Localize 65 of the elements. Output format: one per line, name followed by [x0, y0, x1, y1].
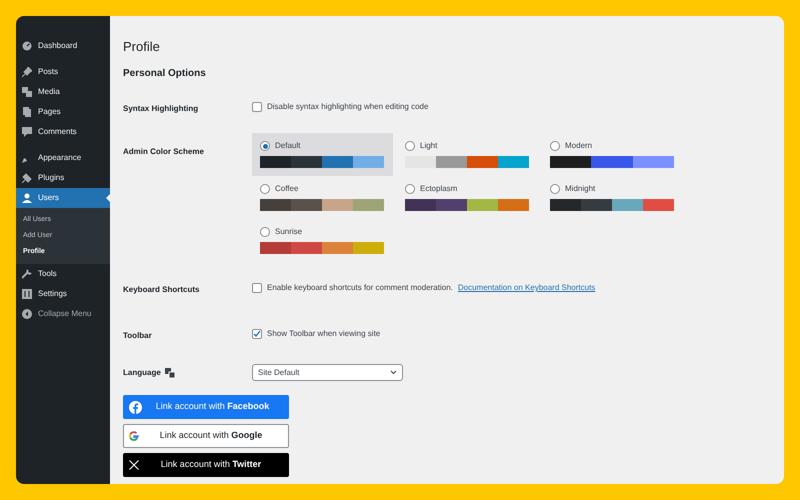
translate-icon: [164, 368, 175, 378]
field-label: Toolbar: [123, 331, 152, 340]
checkbox[interactable]: [252, 102, 262, 112]
color-scheme-option[interactable]: Modern: [542, 133, 683, 176]
option-label: Disable syntax highlighting when editing code: [267, 101, 428, 113]
section-heading: Personal Options: [123, 67, 207, 81]
wrench-icon: [22, 269, 32, 279]
plug-icon: [22, 173, 32, 183]
option-label: Show Toolbar when viewing site: [267, 328, 380, 340]
x-icon: [129, 460, 139, 470]
page-title: Profile: [123, 40, 161, 53]
radio-button[interactable]: [260, 227, 270, 237]
radio-button[interactable]: [405, 141, 415, 151]
scheme-name: Ectoplasm: [420, 183, 458, 195]
pages-icon: [22, 107, 32, 117]
menu-item[interactable]: Plugins: [16, 168, 110, 188]
color-scheme-option[interactable]: Midnight: [542, 176, 683, 219]
menu-item[interactable]: Dashboard: [16, 36, 110, 56]
menu-item[interactable]: Appearance: [16, 148, 110, 168]
pin-icon: [22, 67, 32, 77]
menu-item[interactable]: Settings: [16, 284, 110, 304]
menu-item[interactable]: Pages: [16, 102, 110, 122]
chevron-down-icon: [390, 370, 397, 375]
media-icon: [22, 87, 32, 97]
option-label: Enable keyboard shortcuts for comment moderation.: [267, 282, 453, 294]
documentation-link[interactable]: Documentation on Keyboard Shortcuts: [458, 282, 596, 294]
scheme-name: Sunrise: [275, 226, 302, 238]
color-scheme-option[interactable]: Sunrise: [252, 219, 393, 262]
link-account-button[interactable]: Link account with Twitter: [123, 453, 289, 477]
radio-button[interactable]: [550, 141, 560, 151]
color-scheme-option[interactable]: Ectoplasm: [397, 176, 538, 219]
scheme-name: Midnight: [565, 183, 596, 195]
menu-item[interactable]: Collapse Menu: [16, 304, 110, 324]
menu-item[interactable]: Comments: [16, 122, 110, 142]
scheme-name: Default: [275, 140, 300, 152]
field-label: Admin Color Scheme: [123, 147, 204, 156]
language-select[interactable]: Site Default: [252, 364, 403, 381]
field-label: Keyboard Shortcuts: [123, 285, 200, 294]
facebook-icon: [129, 400, 142, 414]
radio-button[interactable]: [405, 184, 415, 194]
gauge-icon: [22, 41, 32, 51]
checkbox[interactable]: [252, 283, 262, 293]
menu-item[interactable]: Media: [16, 82, 110, 102]
color-scheme-option[interactable]: Default: [252, 133, 393, 176]
link-account-button[interactable]: Link account with Google: [123, 424, 289, 448]
field-label: Syntax Highlighting: [123, 104, 198, 113]
current-pointer-icon: [106, 194, 110, 202]
field-label: Language: [123, 366, 161, 378]
color-scheme-option[interactable]: Coffee: [252, 176, 393, 219]
collapse-icon: [22, 309, 32, 319]
menu-item[interactable]: Posts: [16, 62, 110, 82]
radio-button[interactable]: [260, 141, 270, 151]
user-icon: [22, 193, 32, 203]
speech-bubble-icon: [22, 127, 32, 137]
scheme-name: Modern: [565, 140, 592, 152]
link-account-button[interactable]: Link account with Facebook: [123, 395, 289, 419]
google-icon: [129, 431, 139, 441]
scheme-name: Coffee: [275, 183, 298, 195]
color-scheme-option[interactable]: Light: [397, 133, 538, 176]
radio-button[interactable]: [260, 184, 270, 194]
radio-button[interactable]: [550, 184, 560, 194]
menu-item[interactable]: Users: [16, 188, 110, 208]
scheme-name: Light: [420, 140, 438, 152]
checkbox[interactable]: [252, 329, 262, 339]
menu-item[interactable]: Tools: [16, 264, 110, 284]
